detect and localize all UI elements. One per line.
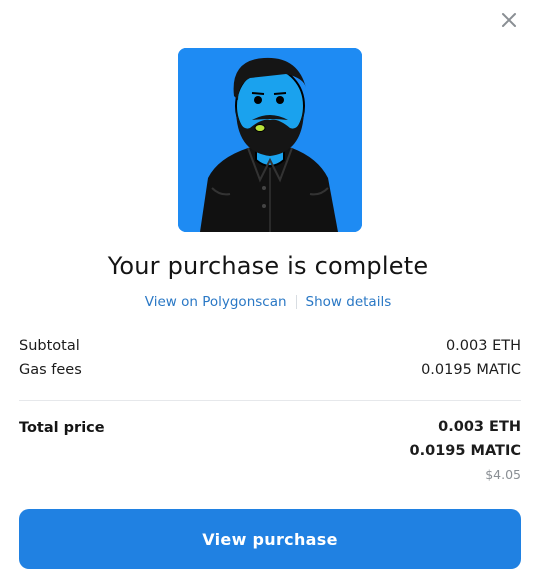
total-price-label: Total price: [19, 420, 105, 436]
page-title: Your purchase is complete: [107, 252, 429, 280]
subtotal-value: 0.003 ETH: [445, 338, 521, 354]
nft-image: [178, 48, 362, 232]
total-matic-value: 0.0195 MATIC: [409, 443, 521, 459]
show-details-link[interactable]: Show details: [306, 294, 392, 310]
transaction-links: View on Polygonscan Show details: [0, 294, 536, 310]
view-purchase-button[interactable]: View purchase: [19, 509, 521, 569]
subtotal-label: Subtotal: [19, 338, 80, 354]
close-icon[interactable]: [497, 8, 521, 32]
total-eth-value: 0.003 ETH: [438, 419, 521, 435]
subtotal-row: Subtotal 0.003 ETH: [19, 338, 521, 354]
link-divider: [295, 295, 297, 309]
gas-fees-value: 0.0195 MATIC: [421, 362, 521, 378]
view-on-polygonscan-link[interactable]: View on Polygonscan: [145, 294, 287, 310]
total-usd-value: $4.05: [485, 467, 521, 482]
gas-fees-row: Gas fees 0.0195 MATIC: [19, 362, 521, 378]
divider: [19, 400, 521, 401]
gas-fees-label: Gas fees: [19, 362, 82, 378]
